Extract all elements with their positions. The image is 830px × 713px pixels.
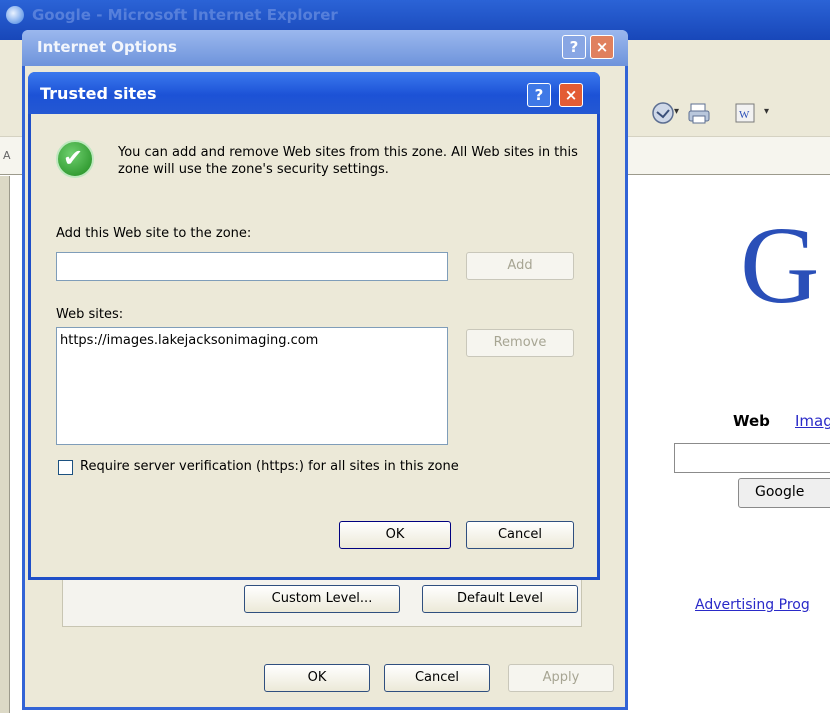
ie-window-title: Google - Microsoft Internet Explorer bbox=[32, 6, 338, 24]
trusted-sites-close-button[interactable]: × bbox=[559, 83, 583, 107]
word-icon[interactable]: W bbox=[734, 100, 756, 126]
internet-options-close-button[interactable]: × bbox=[590, 35, 614, 59]
word-dropdown-arrow-icon[interactable]: ▾ bbox=[764, 106, 769, 117]
internet-options-title: Internet Options bbox=[37, 38, 177, 56]
trusted-sites-ok-button[interactable]: OK bbox=[339, 521, 451, 549]
ie-logo-icon bbox=[6, 6, 24, 24]
require-verification-label[interactable]: Require server verification (https:) for… bbox=[80, 459, 459, 474]
trusted-sites-cancel-button[interactable]: Cancel bbox=[466, 521, 574, 549]
add-site-button[interactable]: Add bbox=[466, 252, 574, 280]
mail-dropdown-arrow-icon[interactable]: ▾ bbox=[674, 106, 679, 117]
remove-site-button[interactable]: Remove bbox=[466, 329, 574, 357]
svg-text:W: W bbox=[739, 109, 750, 121]
google-tab-web[interactable]: Web bbox=[733, 412, 770, 430]
require-verification-checkbox[interactable] bbox=[58, 460, 73, 475]
custom-level-button[interactable]: Custom Level... bbox=[244, 585, 400, 613]
internet-options-ok-button[interactable]: OK bbox=[264, 664, 370, 692]
print-icon[interactable] bbox=[686, 100, 712, 126]
advertising-link[interactable]: Advertising Prog bbox=[695, 597, 810, 613]
internet-options-help-button[interactable]: ? bbox=[562, 35, 586, 59]
trusted-sites-title: Trusted sites bbox=[40, 84, 157, 103]
default-level-button[interactable]: Default Level bbox=[422, 585, 578, 613]
google-logo: G bbox=[740, 204, 820, 326]
google-search-button[interactable]: Google bbox=[738, 478, 830, 508]
internet-options-cancel-button[interactable]: Cancel bbox=[384, 664, 490, 692]
web-sites-label: Web sites: bbox=[56, 307, 124, 322]
google-tab-images[interactable]: Imag bbox=[795, 412, 830, 430]
google-search-input[interactable] bbox=[674, 443, 830, 473]
ie-left-frame bbox=[0, 176, 10, 713]
add-site-label: Add this Web site to the zone: bbox=[56, 226, 252, 241]
add-site-input[interactable] bbox=[56, 252, 448, 281]
list-item[interactable]: https://images.lakejacksonimaging.com bbox=[60, 333, 318, 348]
zone-info-text: You can add and remove Web sites from th… bbox=[118, 145, 578, 177]
trusted-sites-help-button[interactable]: ? bbox=[527, 83, 551, 107]
mail-icon[interactable] bbox=[650, 100, 676, 126]
address-label: A bbox=[3, 149, 11, 162]
apply-button[interactable]: Apply bbox=[508, 664, 614, 692]
checkmark-glyph-icon: ✔ bbox=[63, 144, 84, 172]
